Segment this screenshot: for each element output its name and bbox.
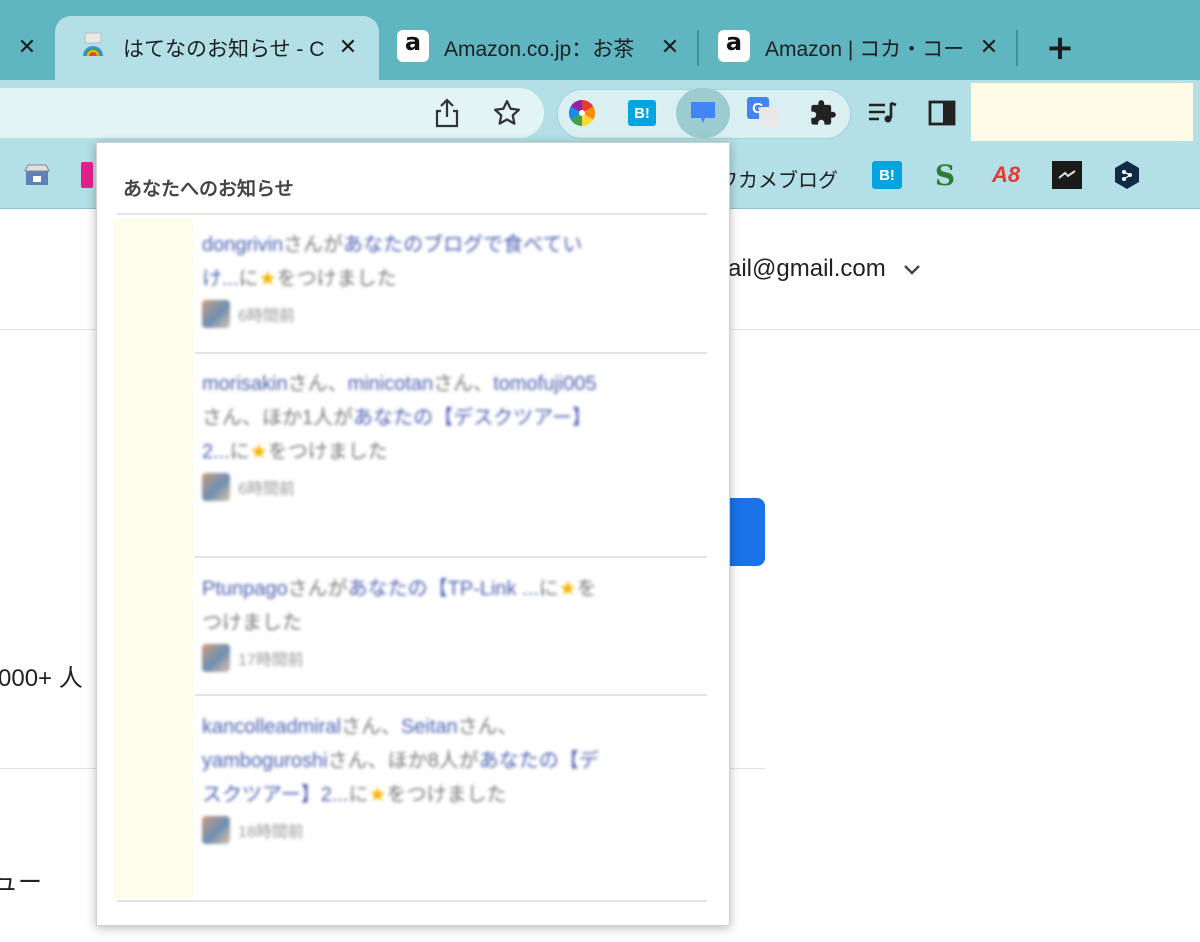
notif-time: 6時間前 <box>238 308 295 325</box>
a8-bookmark-icon[interactable]: A8 <box>991 160 1021 190</box>
bookmark-star-icon[interactable] <box>487 93 527 133</box>
star-icon: ★ <box>368 784 387 806</box>
color-wheel-icon[interactable] <box>562 93 602 133</box>
popup-divider <box>117 900 707 902</box>
user-link[interactable]: Seitan <box>401 716 458 738</box>
row-divider <box>195 556 707 558</box>
notification-item[interactable]: morisakinさん、minicotanさん、tomofuji005さん、ほか… <box>202 367 602 501</box>
notif-text: さんが <box>287 578 348 600</box>
notification-item[interactable]: dongrivinさんがあなたのブログで食べていけ...に★をつけました 6時間… <box>202 228 602 328</box>
notif-text: に <box>348 784 369 806</box>
account-email[interactable]: ail@gmail.com <box>728 255 922 283</box>
notif-text: さんが <box>283 234 344 256</box>
notification-bubble-icon[interactable] <box>683 93 723 133</box>
popup-title: あなたへのお知らせ <box>123 179 294 200</box>
tab-title: はてなのお知らせ - C <box>123 38 325 61</box>
notification-item[interactable]: kancolleadmiralさん、Seitanさん、yamboguroshiさ… <box>202 710 602 844</box>
hatena-bookmark-icon[interactable]: B! <box>622 93 662 133</box>
tab-close-icon[interactable]: ✕ <box>334 33 362 61</box>
tab-close-icon[interactable]: ✕ <box>656 33 684 61</box>
tab-separator <box>697 30 699 66</box>
amazon-favicon-icon: a <box>397 30 429 62</box>
reading-list-icon[interactable] <box>862 93 902 133</box>
post-link[interactable]: あなたの【TP-Link ... <box>348 578 539 600</box>
profile-area[interactable] <box>971 83 1193 141</box>
star-icon: ★ <box>558 578 577 600</box>
seo-s-bookmark-icon[interactable]: S <box>930 159 960 192</box>
primary-button[interactable] <box>726 498 765 566</box>
notif-text: に <box>538 578 559 600</box>
user-link[interactable]: morisakin <box>202 373 288 395</box>
tab-title[interactable]: Amazon.co.jp：お茶 <box>444 33 650 63</box>
notification-icon-column <box>113 218 193 898</box>
notif-text: ほか1人が <box>262 407 354 429</box>
popup-divider <box>117 213 707 215</box>
puzzle-extensions-icon[interactable] <box>803 93 843 133</box>
user-link[interactable]: tomofuji005 <box>493 373 596 395</box>
google-translate-icon[interactable]: G <box>743 93 783 133</box>
notif-text: をつけました <box>386 784 507 806</box>
side-panel-icon[interactable] <box>922 93 962 133</box>
user-link[interactable]: kancolleadmiral <box>202 716 341 738</box>
bookmark-wakame-blog[interactable]: ワカメブログ <box>718 164 838 193</box>
store-bookmark-icon[interactable] <box>22 160 52 190</box>
notif-text: に <box>238 268 259 290</box>
hatena-bookmark-icon[interactable]: B! <box>872 160 902 190</box>
user-link[interactable]: minicotan <box>348 373 434 395</box>
notif-text: ほか8人が <box>387 750 479 772</box>
star-icon: ★ <box>258 268 277 290</box>
notif-text: をつけました <box>267 441 388 463</box>
user-link[interactable]: yamboguroshi <box>202 750 328 772</box>
user-link[interactable]: Ptunpago <box>202 578 288 600</box>
deepl-bookmark-icon[interactable] <box>1112 160 1142 190</box>
row-divider <box>195 352 707 354</box>
notif-time: 18時間前 <box>238 824 304 841</box>
star-icon: ★ <box>249 441 268 463</box>
avatar <box>202 644 230 672</box>
menu-text: ュー <box>0 869 42 896</box>
avatar <box>202 816 230 844</box>
share-icon[interactable] <box>427 93 467 133</box>
amazon-favicon-icon: a <box>718 30 750 62</box>
notif-time: 6時間前 <box>238 481 295 498</box>
hatena-favicon-icon <box>83 32 103 56</box>
notif-time: 17時間前 <box>238 652 304 669</box>
notif-text: に <box>229 441 250 463</box>
notif-text: をつけました <box>276 268 397 290</box>
account-email-text: ail@gmail.com <box>728 255 886 282</box>
tab-close-icon[interactable]: ✕ <box>13 33 41 61</box>
tab-title[interactable]: Amazon | コカ・コー <box>765 33 968 63</box>
user-count-text: 000+ 人 <box>0 665 83 692</box>
dark-bookmark-icon[interactable] <box>1052 160 1082 190</box>
notification-item[interactable]: Ptunpagoさんがあなたの【TP-Link ...に★をつけました 17時間… <box>202 572 602 672</box>
avatar <box>202 300 230 328</box>
tab-close-icon[interactable]: ✕ <box>975 33 1003 61</box>
tab-separator <box>1016 30 1018 66</box>
avatar <box>202 473 230 501</box>
row-divider <box>195 694 707 696</box>
new-tab-button[interactable]: + <box>1042 28 1078 68</box>
user-link[interactable]: dongrivin <box>202 234 283 256</box>
chevron-down-icon <box>904 264 921 275</box>
